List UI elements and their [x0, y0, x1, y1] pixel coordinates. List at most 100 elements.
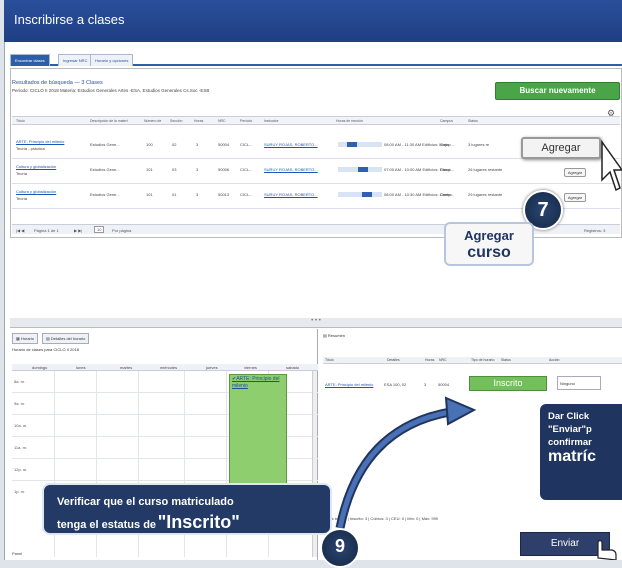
callout-verificar: Verificar que el curso matriculado tenga…: [42, 483, 332, 535]
callout-line-4: matríc: [548, 448, 597, 465]
course-section: 02: [172, 142, 177, 147]
callout-enviar: Dar Click "Enviar"p confirmar matríc: [540, 404, 622, 500]
instructor-link[interactable]: SURUY ROJAS, ROBERTO...: [264, 167, 318, 172]
search-again-button[interactable]: Buscar nuevamente: [495, 82, 620, 100]
tab-detalles-horario[interactable]: ▤ Detalles del horario: [42, 333, 90, 344]
day-miercoles: miércoles: [160, 365, 178, 370]
hour-label: 12p. m.: [14, 467, 28, 472]
col-titulo: Título: [325, 358, 334, 362]
tab-encontrar-clases[interactable]: Encontrar clases: [10, 54, 50, 66]
meeting-days-bar: [338, 142, 382, 147]
course-campus: Camp...: [440, 142, 455, 147]
course-period: CICL...: [240, 167, 253, 172]
course-status: 29 lugares restante: [468, 192, 503, 197]
col-instructor[interactable]: Instructor: [264, 119, 279, 123]
add-course-button[interactable]: Agregar: [564, 193, 586, 202]
course-number: 101: [146, 192, 153, 197]
course-type: Teoría - práctica: [16, 146, 45, 151]
instructor-link[interactable]: SURUY ROJAS, ROBERTO...: [264, 192, 318, 197]
panel-footer[interactable]: Panel: [12, 551, 22, 556]
add-course-button[interactable]: Agregar: [564, 168, 586, 177]
summary-course-link[interactable]: ARTE: Principio del milenio: [325, 382, 373, 387]
table-row: Cultura y globalización Teoría Estudios …: [12, 160, 620, 184]
course-status: 26 lugares restante: [468, 167, 503, 172]
meeting-days-bar: [338, 192, 382, 197]
summary-title: ▤ Resumen: [323, 333, 346, 338]
callout-line-2: "Enviar"p: [548, 424, 592, 435]
col-titulo[interactable]: Título: [16, 119, 25, 123]
summary-nrc: 50004: [438, 382, 450, 387]
day-domingo: domingo: [32, 365, 48, 370]
tab-horario[interactable]: ▦ Horario: [12, 333, 39, 344]
course-title-link[interactable]: ARTE: Principio del milenio: [16, 139, 64, 144]
course-period: CICL...: [240, 142, 253, 147]
col-periodo[interactable]: Período: [240, 119, 252, 123]
records-count: Registros: 3: [584, 228, 606, 233]
hour-label: 11a. m.: [14, 445, 28, 450]
hour-label: 8a. m.: [14, 379, 26, 384]
col-seccion[interactable]: Sección: [170, 119, 182, 123]
pager-first-icon[interactable]: |◀ ◀: [16, 228, 24, 233]
hand-cursor-icon: [601, 140, 622, 192]
summary-details: ESA 100, 02: [384, 382, 407, 387]
course-number: 101: [146, 167, 153, 172]
panel-splitter[interactable]: • • •: [10, 318, 622, 328]
col-descripcion[interactable]: Descripción de la materi: [90, 119, 128, 123]
col-numero[interactable]: Número de: [144, 119, 161, 123]
course-description: Estudios Gene...: [90, 167, 120, 172]
course-hours: 3: [196, 192, 199, 197]
course-campus: Camp...: [440, 192, 455, 197]
course-section: 03: [172, 167, 177, 172]
hand-cursor-icon: [597, 539, 617, 560]
summary-hours: 3: [424, 382, 427, 387]
course-title-link[interactable]: Cultura y globalización: [16, 189, 56, 194]
callout-line-2: tenga el estatus de: [57, 519, 157, 531]
col-horas-reunion[interactable]: Horas de reunión: [336, 119, 363, 123]
instructor-link[interactable]: SURUY ROJAS, ROBERTO...: [264, 142, 318, 147]
course-type: Teoría: [16, 196, 28, 201]
course-section: 01: [172, 192, 177, 197]
course-nrc: 50004: [218, 142, 230, 147]
results-title: Resultados de búsqueda — 3 Clases: [12, 80, 103, 86]
col-horas: Horas: [425, 358, 435, 362]
col-accion: Acción: [549, 358, 560, 362]
day-jueves: jueves: [206, 365, 218, 370]
course-hours: 3: [196, 167, 199, 172]
meeting-days-bar: [338, 167, 382, 172]
day-viernes: viernes: [244, 365, 257, 370]
tab-ingresar-nrc[interactable]: Ingresar NRC: [58, 54, 93, 66]
results-grid-header: Título Descripción de la materi Número d…: [12, 116, 620, 125]
course-description: Estudios Gene...: [90, 142, 120, 147]
hour-label: 10a. m.: [14, 423, 28, 428]
tab-horario-opciones[interactable]: Horario y opciones: [90, 54, 134, 66]
per-page-label: Por página: [112, 228, 132, 233]
hour-label: 9a. m.: [14, 401, 26, 406]
course-description: Estudios Gene...: [90, 192, 120, 197]
schedule-title: Horario de clases para CICLO II 2018: [12, 347, 79, 352]
col-campus[interactable]: Campus: [440, 119, 453, 123]
add-course-button-highlight[interactable]: Agregar: [521, 137, 601, 159]
schedule-course-block[interactable]: ✔ARTE: Principio del milenio: [229, 374, 287, 498]
callout-line-1: Agregar: [464, 228, 514, 243]
callout-inscrito-emphasis: "Inscrito": [157, 512, 240, 532]
col-status[interactable]: Status: [468, 119, 478, 123]
course-title-link[interactable]: Cultura y globalización: [16, 164, 56, 169]
callout-line-1: Dar Click: [548, 411, 590, 422]
per-page-select[interactable]: 10: [94, 226, 105, 233]
action-select[interactable]: Ninguno: [557, 376, 601, 390]
course-status: 3 lugares re: [468, 142, 490, 147]
course-number: 100: [146, 142, 153, 147]
page-indicator: Página 1 de 1: [34, 228, 59, 233]
pager-next-icon[interactable]: ▶ ▶|: [74, 228, 82, 233]
callout-line-1: Verificar que el curso matriculado: [57, 496, 234, 508]
col-tipo-horario: Tipo de horario: [471, 358, 495, 362]
col-nrc: NRC: [439, 358, 447, 362]
schedule-course-link[interactable]: ✔ARTE: Principio del milenio: [232, 376, 286, 390]
col-nrc[interactable]: NRC: [218, 119, 226, 123]
results-subtitle: Periodo: CICLO II 2018 Materia: Estudios…: [12, 88, 210, 93]
course-campus: Camp...: [440, 167, 455, 172]
col-horas[interactable]: Horas: [194, 119, 203, 123]
course-nrc: 50013: [218, 192, 230, 197]
hour-label: 1p. m.: [14, 489, 26, 494]
day-lunes: lunes: [76, 365, 86, 370]
